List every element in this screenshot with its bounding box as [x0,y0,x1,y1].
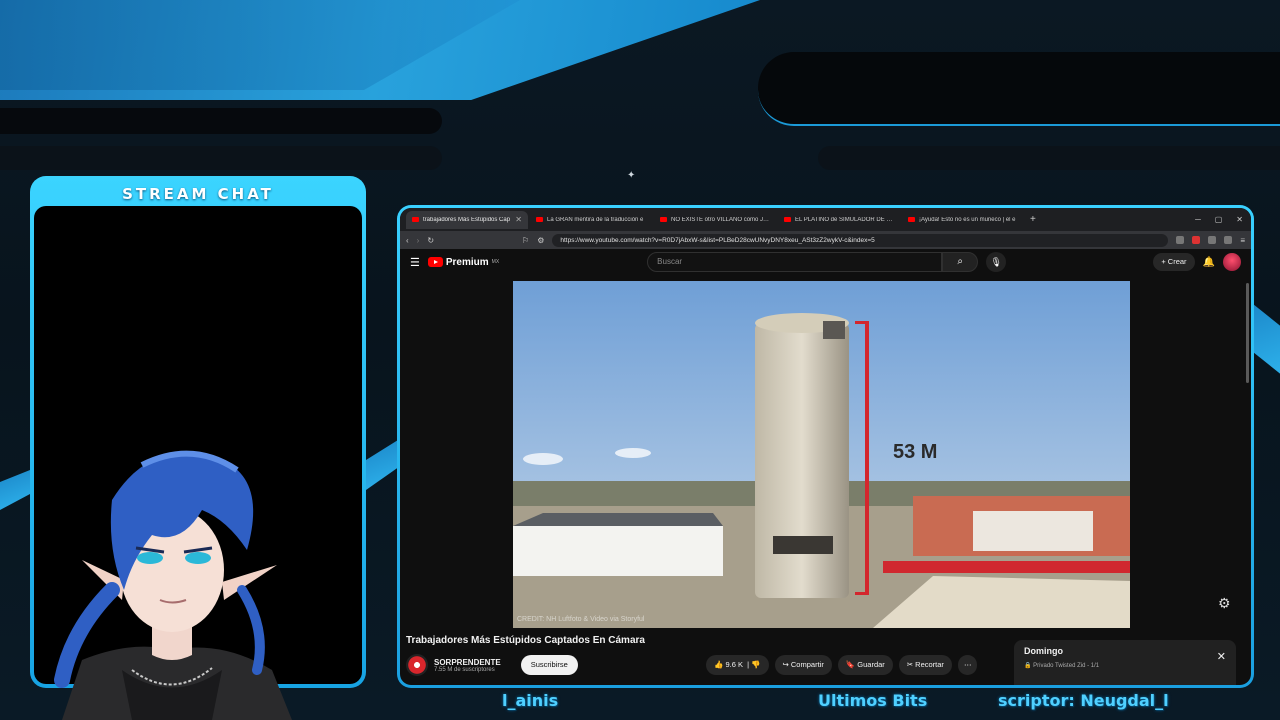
channel-row: SORPRENDENTE 7.55 M de suscriptores Susc… [406,653,578,677]
forward-icon[interactable]: › [417,236,420,245]
extension-icon[interactable] [1192,236,1201,244]
playlist-title: Domingo [1024,646,1063,656]
subscribe-button[interactable]: Suscribirse [520,655,578,675]
more-actions-button[interactable]: ⋯ [957,655,978,675]
create-button[interactable]: + Crear [1153,253,1195,271]
tab-label: EL PLATINO de SIMULADOR DE VAC [795,216,894,223]
channel-name[interactable]: SORPRENDENTE [434,658,501,667]
like-count: 9.6 K [725,660,743,669]
browser-tab[interactable]: La GRAN mentira de la traducción e [530,211,652,229]
ticker-right: scriptor: Neugdal_l [998,691,1169,710]
address-bar: ‹ › ↻ ⚐ ⚙ https://www.youtube.com/watch?… [400,231,1251,249]
video-frame [513,281,1130,628]
site-info-icon[interactable]: ⚙ [537,236,544,245]
notifications-bell-icon[interactable]: 🔔 [1203,257,1215,268]
menu-icon[interactable]: ≡ [1240,236,1245,245]
scissors-icon: ✂ [906,660,914,669]
youtube-favicon-icon [412,217,419,222]
video-credit: CREDIT: NH Luftfoto & Video via Storyful [517,616,645,623]
height-label: 53 M [893,441,938,463]
thumbs-up-icon: 👍 [714,660,724,669]
top-right-bar [758,52,1280,126]
hamburger-menu-icon[interactable]: ☰ [410,256,420,269]
video-player[interactable]: 53 M CREDIT: NH Luftfoto & Video via Sto… [513,281,1130,628]
logo-text: Premium [445,256,489,268]
youtube-header: ☰ Premium MX Buscar ⌕ 🎙 + Crear 🔔 [400,249,1251,275]
video-title: Trabajadores Más Estúpidos Captados En C… [406,635,645,646]
page-scrollbar[interactable] [1246,283,1249,383]
tab-label: La GRAN mentira de la traducción e [547,216,644,223]
tab-bar: trabajadores Más Estúpidos Cap ✕ La GRAN… [400,208,1251,231]
share-icon: ↪ [782,660,789,669]
url-field[interactable]: https://www.youtube.com/watch?v=R0D7jAbx… [552,233,1169,247]
save-label: Guardar [857,660,885,669]
youtube-play-icon [427,257,443,267]
youtube-premium-logo[interactable]: Premium MX [427,256,500,268]
mid-stripe [366,440,398,490]
ticker-center: Ultimos Bits [818,691,928,710]
subscriber-count: 7.55 M de suscriptores [434,666,495,673]
youtube-favicon-icon [908,217,915,222]
youtube-favicon-icon [784,217,791,222]
sparkle-icon: ✦ [627,170,636,181]
youtube-favicon-icon [536,217,543,222]
clip-button[interactable]: ✂ Recortar [898,655,952,675]
tab-label: NO EXISTE otro VILLANO como JOH [671,216,770,223]
lock-icon: 🔒 [1024,663,1032,669]
share-button[interactable]: ↪ Compartir [774,655,832,675]
save-button[interactable]: 🔖 Guardar [837,655,893,675]
top-left-bar [0,108,442,134]
video-actions: 👍 9.6 K | 👎 ↪ Compartir 🔖 Guardar ✂ Reco… [706,655,978,675]
close-playlist-icon[interactable]: ✕ [1217,650,1226,663]
reload-icon[interactable]: ↻ [427,236,434,245]
browser-tab[interactable]: NO EXISTE otro VILLANO como JOH [654,211,776,229]
search-icon: ⌕ [957,256,963,267]
region-code: MX [491,259,500,265]
playlist-panel: Domingo 🔒 Privado Twisted Zid - 1/1 ✕ [1014,640,1236,685]
extension-icon[interactable] [1208,236,1217,244]
extension-icon[interactable] [1176,236,1185,244]
window-controls: ─ ▢ ✕ [1195,215,1251,224]
ticker-left: l_ainis [502,691,559,710]
voice-search-icon[interactable]: 🎙 [986,252,1007,272]
playlist-meta-text: Privado Twisted Zid - 1/1 [1033,663,1100,669]
close-tab-icon[interactable]: ✕ [515,215,522,224]
bookmark-icon[interactable]: ⚐ [522,236,529,245]
create-label: Crear [1167,257,1187,266]
companion-icon[interactable]: ⚙ [1218,595,1231,612]
search-button[interactable]: ⌕ [942,252,979,272]
browser-window: trabajadores Más Estúpidos Cap ✕ La GRAN… [400,208,1251,685]
browser-window-frame: trabajadores Más Estúpidos Cap ✕ La GRAN… [397,205,1254,688]
playlist-meta: 🔒 Privado Twisted Zid - 1/1 [1024,662,1226,669]
close-window-icon[interactable]: ✕ [1236,215,1243,224]
tab-label: trabajadores Más Estúpidos Cap [423,216,511,223]
channel-avatar[interactable] [406,654,428,676]
channel-info: SORPRENDENTE 7.55 M de suscriptores [434,658,501,673]
youtube-favicon-icon [660,217,667,222]
like-button[interactable]: 👍 9.6 K | 👎 [706,655,769,675]
share-label: Compartir [790,660,824,669]
new-tab-icon[interactable]: + [1030,214,1036,225]
profile-avatar[interactable] [1223,253,1241,271]
top-left-bar-2 [0,146,442,170]
search-input[interactable]: Buscar [647,252,943,272]
extension-icon[interactable] [1224,236,1233,244]
stream-chat-title: STREAM CHAT [122,185,274,203]
save-icon: 🔖 [845,660,856,669]
tab-label: ¡Ayuda! Esto no es un muñeco | el e [919,216,1016,223]
browser-tab[interactable]: EL PLATINO de SIMULADOR DE VAC [778,211,900,229]
top-right-bar-2 [818,146,1280,170]
thumbs-down-icon[interactable]: 👎 [751,660,760,669]
browser-tab[interactable]: trabajadores Más Estúpidos Cap ✕ [406,210,528,229]
browser-tab[interactable]: ¡Ayuda! Esto no es un muñeco | el e [902,211,1024,229]
stream-overlay: { "overlay": { "chat_title": "STREAM CHA… [0,0,1280,720]
clip-label: Recortar [915,660,944,669]
minimize-icon[interactable]: ─ [1195,215,1201,224]
back-icon[interactable]: ‹ [406,236,409,245]
vtuber-avatar [54,450,292,720]
left-stripe [0,470,30,510]
maximize-icon[interactable]: ▢ [1215,215,1223,224]
